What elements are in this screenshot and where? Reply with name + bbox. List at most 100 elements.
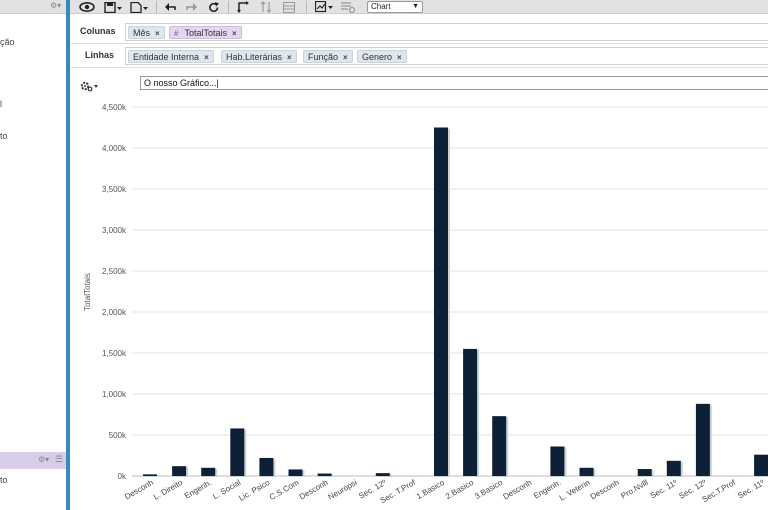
x-tick-label: C.S.Com bbox=[268, 478, 301, 502]
bar bbox=[201, 467, 216, 476]
columns-box[interactable]: Mês × # TotalTotais × bbox=[125, 23, 768, 41]
filter-settings-icon[interactable] bbox=[339, 0, 357, 14]
toolbar: Chart ▼ bbox=[70, 0, 768, 14]
save-icon[interactable] bbox=[102, 0, 124, 14]
chevron-down-icon: ▼ bbox=[412, 3, 419, 10]
y-axis-label: TotalTotais bbox=[83, 273, 92, 311]
remove-icon[interactable]: × bbox=[204, 53, 209, 62]
y-tick-label: 2,000k bbox=[102, 308, 127, 317]
x-tick-label: Desconh bbox=[123, 478, 155, 502]
sort-icon[interactable] bbox=[258, 0, 274, 14]
x-tick-label: 2.Basico bbox=[444, 478, 476, 501]
footer-menu-icon[interactable]: ☰ bbox=[55, 454, 63, 465]
left-panel-item[interactable]: l bbox=[0, 99, 2, 109]
y-tick-label: 1,000k bbox=[102, 390, 127, 399]
swap-axes-icon[interactable] bbox=[235, 0, 251, 14]
chip-label: Mês bbox=[133, 28, 151, 38]
columns-drop-zone: Colunas Mês × # TotalTotais × bbox=[70, 20, 768, 44]
bar bbox=[288, 469, 303, 476]
y-tick-label: 4,000k bbox=[102, 144, 127, 153]
render-mode-value: Chart bbox=[371, 2, 391, 11]
render-mode-select[interactable]: Chart ▼ bbox=[367, 1, 423, 13]
column-chip-totaltotais[interactable]: # TotalTotais × bbox=[169, 26, 242, 39]
bar bbox=[550, 446, 565, 476]
x-tick-label: Engenh. bbox=[183, 478, 213, 501]
y-tick-label: 3,000k bbox=[102, 226, 127, 235]
bar bbox=[695, 403, 710, 476]
remove-icon[interactable]: × bbox=[155, 29, 160, 38]
row-chip-entidade-interna[interactable]: Entidade Interna × bbox=[128, 50, 214, 63]
x-tick-label: Desconh bbox=[298, 478, 330, 502]
x-tick-label: Sec. 11º bbox=[649, 478, 679, 501]
chart-settings-button[interactable] bbox=[80, 80, 100, 92]
measure-icon: # bbox=[174, 29, 179, 38]
remove-icon[interactable]: × bbox=[287, 53, 292, 62]
undo-icon[interactable] bbox=[162, 0, 178, 14]
y-tick-label: 500k bbox=[109, 431, 127, 440]
x-tick-label: Lic. Psico bbox=[237, 478, 272, 503]
row-chip-funcao[interactable]: Função × bbox=[303, 50, 353, 63]
toolbar-separator bbox=[228, 1, 229, 13]
bar bbox=[230, 428, 245, 476]
panel-settings-icon[interactable]: ⚙▾ bbox=[50, 1, 61, 10]
left-panel-header: ⚙▾ bbox=[0, 0, 66, 14]
remove-icon[interactable]: × bbox=[232, 29, 237, 38]
refresh-icon[interactable] bbox=[206, 0, 222, 14]
x-tick-label: Sec. 11º bbox=[736, 478, 766, 501]
bar bbox=[375, 473, 390, 476]
x-tick-label: 3.Basico bbox=[473, 478, 505, 501]
chart-title-input[interactable]: O nosso Gráfico...| bbox=[140, 76, 768, 90]
x-tick-label: 1.Basico bbox=[415, 478, 447, 501]
bar-chart: 0k 500k 1,000k 1,500k 2,000k 2,500k 3,000k 3,50… bbox=[83, 103, 768, 505]
y-tick-label: 2,500k bbox=[102, 267, 127, 276]
y-tick-label: 4,500k bbox=[102, 103, 127, 112]
chip-label: TotalTotais bbox=[184, 28, 227, 38]
rows-drop-zone: Linhas Entidade Interna × Hab.Literárias ×… bbox=[70, 44, 768, 68]
bar bbox=[637, 469, 652, 476]
y-tick-label: 0k bbox=[118, 472, 127, 481]
x-tick-label: Sec.T.Prof bbox=[701, 478, 738, 505]
left-panel-item[interactable]: to bbox=[0, 131, 8, 141]
left-panel: ⚙▾ ção l to ⚙▾ ☰ to bbox=[0, 0, 66, 510]
table-icon[interactable] bbox=[281, 0, 297, 14]
rows-box[interactable]: Entidade Interna × Hab.Literárias × Função… bbox=[125, 47, 768, 65]
bar bbox=[143, 474, 157, 476]
bar bbox=[666, 460, 681, 476]
x-tick-label: Neuropsi bbox=[326, 478, 358, 502]
x-tick-label: L. Veterin bbox=[558, 478, 592, 503]
bar bbox=[317, 473, 332, 476]
row-chip-hab-literarias[interactable]: Hab.Literárias × bbox=[221, 50, 297, 63]
bar bbox=[172, 466, 187, 476]
left-panel-footer: ⚙▾ ☰ bbox=[0, 452, 66, 469]
app-window: ⚙▾ ção l to ⚙▾ ☰ to Chart ▼ Colunas Mês … bbox=[0, 0, 768, 510]
y-tick-label: 3,500k bbox=[102, 185, 127, 194]
bar bbox=[754, 454, 768, 476]
footer-settings-icon[interactable]: ⚙▾ bbox=[38, 455, 49, 464]
rows-label: Linhas bbox=[85, 50, 115, 60]
remove-icon[interactable]: × bbox=[343, 53, 348, 62]
remove-icon[interactable]: × bbox=[397, 53, 402, 62]
chip-label: Função bbox=[308, 52, 339, 62]
chip-label: Hab.Literárias bbox=[226, 52, 283, 62]
bar bbox=[463, 348, 478, 476]
left-panel-item[interactable]: ção bbox=[0, 37, 15, 47]
column-chip-mes[interactable]: Mês × bbox=[128, 26, 165, 39]
left-panel-footer-item[interactable]: to bbox=[0, 475, 8, 485]
x-tick-label: Engenh. bbox=[532, 478, 562, 501]
bar bbox=[434, 127, 448, 476]
chip-label: Entidade Interna bbox=[133, 52, 200, 62]
export-icon[interactable] bbox=[128, 0, 150, 14]
toolbar-separator bbox=[156, 1, 157, 13]
bar bbox=[492, 416, 507, 476]
chip-label: Genero bbox=[362, 52, 393, 62]
chart-options-icon[interactable] bbox=[313, 0, 335, 14]
toolbar-separator bbox=[306, 1, 307, 13]
x-tick-label: Desconh bbox=[501, 478, 533, 502]
bar bbox=[259, 457, 274, 476]
redo-icon[interactable] bbox=[184, 0, 200, 14]
x-tick-label: Desconh bbox=[589, 478, 621, 502]
row-chip-genero[interactable]: Genero × bbox=[357, 50, 407, 63]
bar bbox=[579, 467, 594, 476]
eye-icon[interactable] bbox=[78, 0, 96, 14]
x-tick-label: L. Direito bbox=[152, 478, 185, 502]
